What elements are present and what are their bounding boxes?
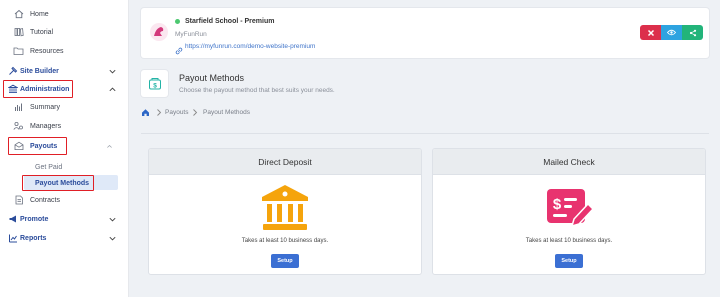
tools-button[interactable] bbox=[640, 25, 661, 40]
link-icon bbox=[175, 42, 183, 60]
school-url-link[interactable]: https://myfunrun.com/demo-website-premiu… bbox=[185, 43, 315, 50]
card-title: Mailed Check bbox=[433, 149, 705, 175]
sidebar-item-administration[interactable]: Administration bbox=[0, 80, 129, 98]
sidebar-item-payout-methods[interactable]: Payout Methods bbox=[0, 174, 129, 192]
dollar-icon: $ bbox=[148, 77, 161, 89]
sidebar-item-home[interactable]: Home bbox=[0, 5, 129, 23]
envelope-icon bbox=[13, 141, 24, 152]
view-button[interactable] bbox=[661, 25, 682, 40]
sidebar-item-label: Reports bbox=[20, 234, 47, 242]
site-builder-icon bbox=[7, 66, 18, 77]
sidebar-item-label: Get Paid bbox=[35, 163, 63, 171]
sidebar-item-label: Contracts bbox=[30, 196, 60, 204]
bar-chart-icon bbox=[13, 102, 24, 113]
school-subtitle: MyFunRun bbox=[175, 31, 207, 38]
status-indicator bbox=[175, 19, 180, 24]
sidebar-item-label: Managers bbox=[30, 122, 62, 130]
card-description: Takes at least 10 business days. bbox=[525, 238, 613, 244]
svg-text:$: $ bbox=[553, 196, 562, 213]
chevron-right-icon bbox=[155, 108, 163, 119]
folder-icon bbox=[13, 46, 24, 57]
direct-deposit-setup-button[interactable]: Setup bbox=[271, 254, 299, 268]
header-button-group bbox=[640, 25, 703, 40]
page-title: Payout Methods bbox=[179, 73, 245, 83]
chevron-up-icon bbox=[107, 144, 112, 148]
breadcrumb-item-payouts[interactable]: Payouts bbox=[165, 109, 189, 116]
chevron-down-icon bbox=[109, 69, 116, 73]
mailed-check-setup-button[interactable]: Setup bbox=[555, 254, 583, 268]
check-icon: $ bbox=[547, 189, 595, 228]
megaphone-icon bbox=[7, 214, 18, 225]
eye-icon bbox=[667, 29, 676, 36]
sidebar-item-promote[interactable]: Promote bbox=[0, 210, 129, 228]
school-header-card: Starfield School - Premium MyFunRun http… bbox=[141, 8, 709, 58]
reports-icon bbox=[7, 233, 18, 244]
card-title: Direct Deposit bbox=[149, 149, 421, 175]
breadcrumb-item-payout-methods: Payout Methods bbox=[203, 109, 250, 116]
content-divider bbox=[141, 133, 709, 134]
sidebar-item-managers[interactable]: Managers bbox=[0, 117, 129, 135]
chevron-right-icon bbox=[191, 108, 199, 119]
bank-icon bbox=[262, 185, 308, 230]
home-icon[interactable] bbox=[141, 108, 150, 119]
building-icon bbox=[7, 84, 18, 95]
sidebar-item-label: Administration bbox=[20, 85, 70, 93]
school-name: Starfield School - Premium bbox=[185, 18, 275, 25]
chevron-down-icon bbox=[109, 217, 116, 221]
share-icon bbox=[689, 29, 696, 36]
chevron-up-icon bbox=[109, 87, 116, 91]
payout-methods-page-icon: $ bbox=[141, 70, 168, 97]
sidebar: Home Tutorial Resources Site Builder Adm… bbox=[0, 0, 129, 297]
page-subtitle: Choose the payout method that best suits… bbox=[179, 87, 335, 94]
sidebar-item-label: Site Builder bbox=[20, 67, 59, 75]
sidebar-item-reports[interactable]: Reports bbox=[0, 229, 129, 247]
sidebar-item-label: Resources bbox=[30, 47, 64, 55]
sidebar-item-label: Payout Methods bbox=[35, 179, 90, 187]
sidebar-item-label: Promote bbox=[20, 215, 49, 223]
sidebar-item-site-builder[interactable]: Site Builder bbox=[0, 62, 129, 80]
mailed-check-card: Mailed Check $ Takes at least 10 busines… bbox=[432, 148, 706, 275]
sidebar-item-contracts[interactable]: Contracts bbox=[0, 191, 129, 209]
share-button[interactable] bbox=[682, 25, 703, 40]
card-description: Takes at least 10 business days. bbox=[241, 238, 329, 244]
tools-icon bbox=[647, 29, 654, 36]
sidebar-item-tutorial[interactable]: Tutorial bbox=[0, 23, 129, 41]
book-icon bbox=[13, 27, 24, 38]
sidebar-item-summary[interactable]: Summary bbox=[0, 98, 129, 116]
document-icon bbox=[13, 195, 24, 206]
sidebar-item-resources[interactable]: Resources bbox=[0, 42, 129, 60]
sidebar-item-label: Payouts bbox=[30, 142, 58, 150]
direct-deposit-card: Direct Deposit Takes at least 10 busines… bbox=[148, 148, 422, 275]
sidebar-item-payouts[interactable]: Payouts bbox=[0, 137, 129, 155]
chevron-down-icon bbox=[109, 236, 116, 240]
sidebar-item-label: Summary bbox=[30, 103, 60, 111]
school-avatar bbox=[149, 22, 169, 42]
users-gear-icon bbox=[13, 121, 24, 132]
svg-text:$: $ bbox=[153, 82, 157, 89]
sidebar-item-label: Home bbox=[30, 10, 49, 18]
sidebar-item-label: Tutorial bbox=[30, 28, 54, 36]
home-icon bbox=[13, 9, 24, 20]
